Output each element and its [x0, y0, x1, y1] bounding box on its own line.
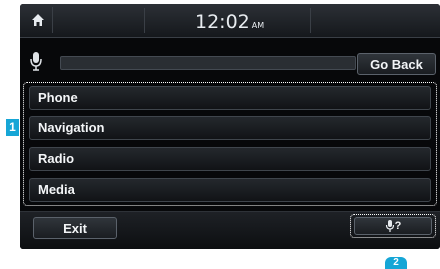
- voice-help-button[interactable]: ?: [354, 217, 432, 235]
- callout-2: 2: [385, 257, 407, 269]
- go-back-button[interactable]: Go Back: [357, 53, 436, 75]
- status-divider: [310, 8, 311, 33]
- clock-ampm: AM: [251, 21, 265, 30]
- voice-input-field[interactable]: [60, 56, 356, 70]
- exit-button[interactable]: Exit: [33, 217, 117, 239]
- head-unit-screen: 12:02 AM Go Back Phone Navigation Radio M…: [20, 4, 440, 249]
- status-divider: [144, 8, 145, 33]
- help-label: ?: [394, 220, 402, 232]
- menu-item-media[interactable]: Media: [29, 178, 431, 202]
- menu-list-highlight: Phone Navigation Radio Media: [23, 82, 437, 206]
- menu-item-radio[interactable]: Radio: [29, 147, 431, 171]
- clock: 12:02 AM: [195, 10, 264, 34]
- home-icon: [32, 14, 44, 26]
- clock-time: 12:02: [195, 11, 250, 33]
- callout-1: 1: [6, 119, 19, 136]
- bottom-bar: Exit ?: [20, 211, 440, 249]
- menu-item-navigation[interactable]: Navigation: [29, 116, 431, 140]
- voice-help-icon: [385, 220, 394, 232]
- menu-item-phone[interactable]: Phone: [29, 86, 431, 110]
- microphone-icon: [30, 52, 42, 71]
- home-button[interactable]: [24, 7, 53, 33]
- status-bar: 12:02 AM: [20, 4, 440, 38]
- help-button-highlight: ?: [350, 214, 436, 238]
